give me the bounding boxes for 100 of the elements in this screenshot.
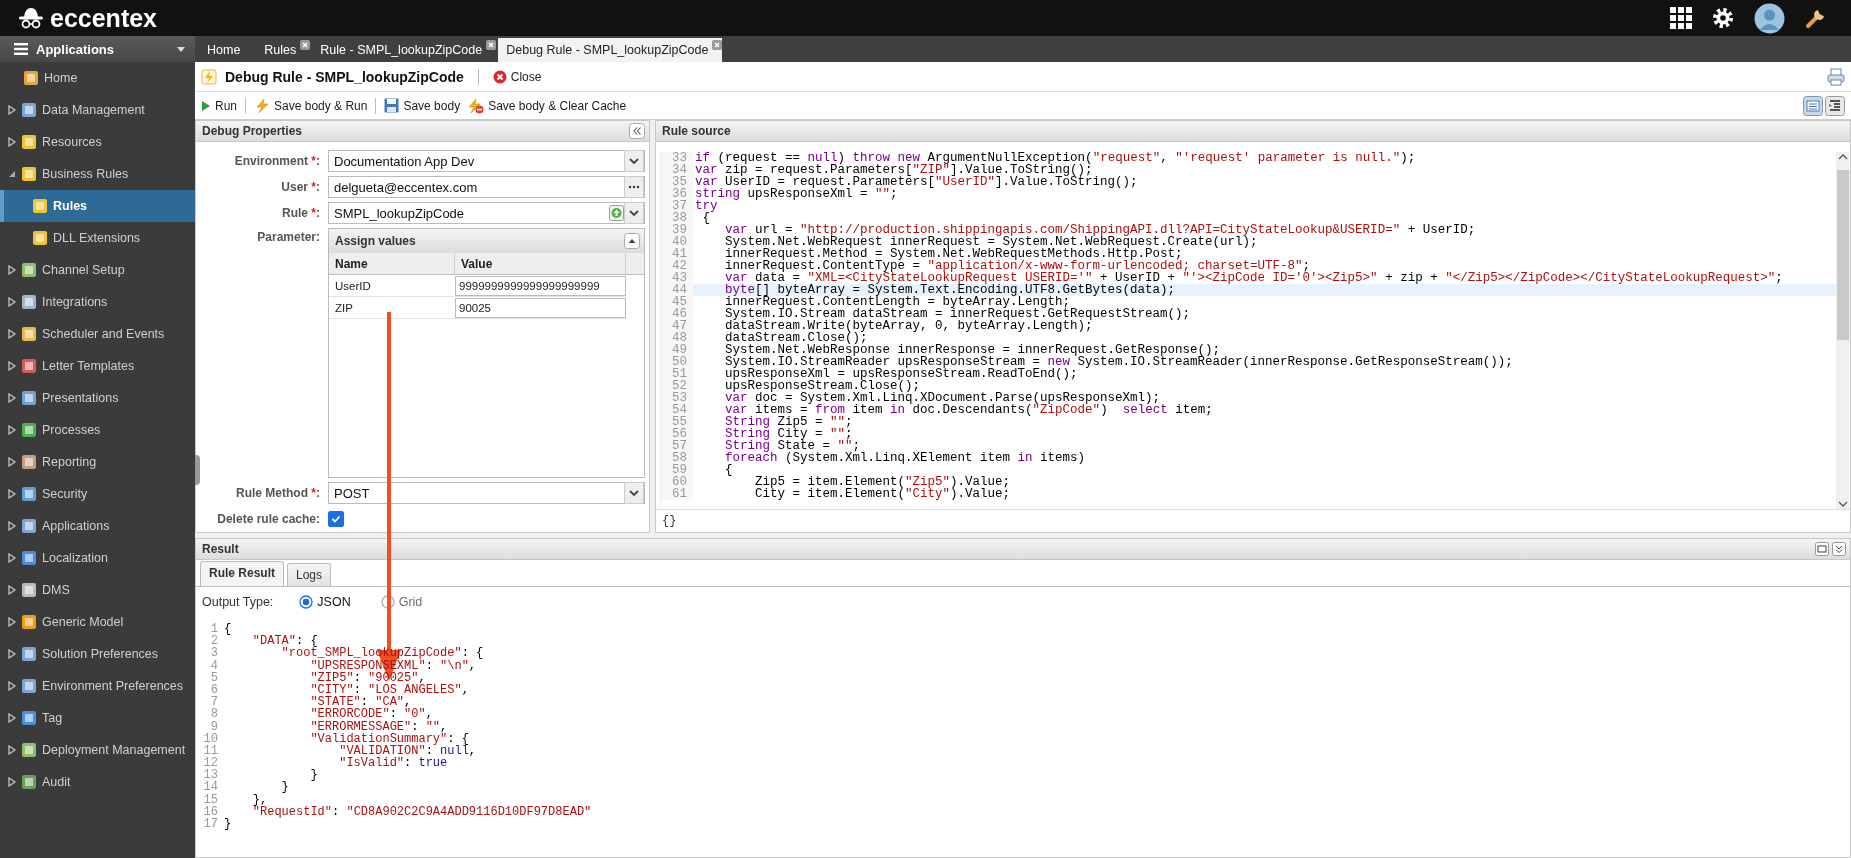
expand-arrow-icon[interactable] [8, 457, 16, 467]
sidebar-item[interactable]: Integrations [0, 286, 195, 318]
code-line: City = item.Element("City").Value; [754, 488, 1012, 500]
checkbox[interactable] [328, 511, 344, 527]
sidebar-item[interactable]: Generic Model [0, 606, 195, 638]
sidebar-item[interactable]: Tag [0, 702, 195, 734]
expand-arrow-icon[interactable] [8, 521, 16, 531]
select-field[interactable]: SMPL_lookupZipCode [328, 202, 645, 224]
expand-arrow-icon[interactable] [8, 265, 16, 275]
expand-arrow-icon[interactable] [8, 777, 16, 787]
expand-arrow-icon[interactable] [8, 745, 16, 755]
sidebar-item[interactable]: Security [0, 478, 195, 510]
close-icon[interactable] [712, 40, 723, 50]
close-button[interactable]: Close [492, 69, 542, 84]
sidebar-item[interactable]: Applications [0, 510, 195, 542]
chevron-down-icon[interactable] [624, 482, 644, 504]
sidebar-item[interactable]: Reporting [0, 446, 195, 478]
menu-icon[interactable] [14, 43, 28, 55]
line-number: 37 [661, 200, 693, 212]
line-number: 14 [202, 781, 219, 794]
radio-button[interactable]: JSON [299, 595, 351, 609]
expand-arrow-icon[interactable] [8, 713, 16, 723]
sidebar-item[interactable]: Environment Preferences [0, 670, 195, 702]
sidebar-item[interactable]: DMS [0, 574, 195, 606]
expand-arrow-icon[interactable] [8, 361, 16, 371]
sidebar-item[interactable]: Channel Setup [0, 254, 195, 286]
sidebar-item[interactable]: Home [0, 62, 195, 94]
collapse-arrow-icon[interactable] [8, 170, 16, 178]
tile-icon [21, 646, 37, 662]
sidebar-item[interactable]: Presentations [0, 382, 195, 414]
collapse-button[interactable] [629, 123, 645, 139]
tile-icon [21, 710, 37, 726]
expand-arrow-icon[interactable] [8, 553, 16, 563]
expand-arrow-icon[interactable] [8, 489, 16, 499]
chevron-down-icon[interactable] [624, 150, 644, 172]
sidebar-item[interactable]: DLL Extensions [0, 222, 195, 254]
avatar-icon[interactable] [1754, 2, 1785, 34]
vertical-scrollbar[interactable] [1836, 152, 1850, 509]
page-title: Debug Rule - SMPL_lookupZipCode [225, 68, 464, 85]
select-field[interactable]: POST [328, 482, 645, 504]
select-field[interactable]: Documentation App Dev [328, 150, 645, 172]
lookup-field[interactable]: delgueta@eccentex.com [328, 176, 645, 198]
expand-arrow-icon[interactable] [8, 617, 16, 627]
expand-arrow-icon[interactable] [8, 393, 16, 403]
sidebar-item[interactable]: Business Rules [0, 158, 195, 190]
sidebar-item[interactable]: Solution Preferences [0, 638, 195, 670]
arrow-up-icon[interactable] [609, 205, 624, 221]
close-icon[interactable] [486, 40, 497, 50]
save-button[interactable]: Save body [384, 98, 461, 113]
expand-arrow-icon[interactable] [8, 297, 16, 307]
tab[interactable]: Rules [256, 38, 311, 62]
tab[interactable]: Home [199, 38, 255, 62]
collapse-icon[interactable] [1832, 542, 1846, 556]
save-clear-button[interactable]: Save body & Clear Cache [466, 97, 627, 114]
line-number: 61 [661, 488, 693, 500]
sidebar-item[interactable]: Audit [0, 766, 195, 798]
run-button[interactable]: Run [201, 98, 237, 113]
tile-icon [21, 166, 37, 182]
sidebar-item[interactable]: Deployment Management [0, 734, 195, 766]
expand-arrow-icon[interactable] [8, 425, 16, 435]
sidebar-item[interactable]: Data Management [0, 94, 195, 126]
applications-menu[interactable]: Applications [0, 36, 195, 62]
scroll-down-icon[interactable] [1838, 501, 1848, 507]
expand-arrow-icon[interactable] [8, 105, 16, 115]
tab[interactable]: Debug Rule - SMPL_lookupZipCode [498, 38, 723, 62]
settings-icon[interactable] [1712, 7, 1734, 29]
value-field[interactable]: 9999999999999999999999 [455, 275, 626, 296]
tab[interactable]: Logs [287, 563, 332, 586]
scroll-up-icon[interactable] [1838, 154, 1848, 160]
expand-arrow-icon[interactable] [8, 329, 16, 339]
sidebar-item[interactable]: Resources [0, 126, 195, 158]
value-field[interactable]: 90025 [455, 297, 626, 318]
sidebar-item[interactable]: Scheduler and Events [0, 318, 195, 350]
sidebar-item[interactable]: Processes [0, 414, 195, 446]
sidebar-item[interactable]: Localization [0, 542, 195, 574]
expand-arrow-icon[interactable] [8, 649, 16, 659]
tab[interactable]: Rule - SMPL_lookupZipCode [312, 38, 497, 62]
tab[interactable]: Rule Result [200, 561, 284, 586]
expand-arrow-icon[interactable] [8, 681, 16, 691]
code-line: "DATA": { [251, 635, 318, 648]
caret-icon[interactable] [177, 46, 185, 52]
code-line: System.IO.Stream dataStream = innerRequest.GetRequestStream(); [724, 308, 1192, 320]
expand-arrow-icon[interactable] [8, 137, 16, 147]
expand-arrow-icon[interactable] [8, 585, 16, 595]
close-icon[interactable] [300, 40, 311, 50]
wrench-icon[interactable] [1805, 7, 1827, 29]
splitter-handle[interactable] [195, 455, 200, 485]
line-number: 36 [661, 188, 693, 200]
code-line: "ERRORMESSAGE": "", [309, 720, 448, 733]
printer-icon[interactable] [1827, 67, 1845, 86]
ellipsis-icon[interactable] [624, 176, 644, 198]
grid-icon[interactable] [1670, 7, 1692, 29]
line-number: 38 [661, 212, 693, 224]
sidebar-item[interactable]: Rules [0, 190, 195, 222]
collapse-button[interactable] [624, 233, 640, 249]
save-run-button[interactable]: Save body & Run [254, 97, 368, 114]
line-number: 58 [661, 452, 693, 464]
chevron-down-icon[interactable] [624, 202, 644, 224]
indent-icon[interactable] [1825, 95, 1845, 116]
sidebar-item[interactable]: Letter Templates [0, 350, 195, 382]
